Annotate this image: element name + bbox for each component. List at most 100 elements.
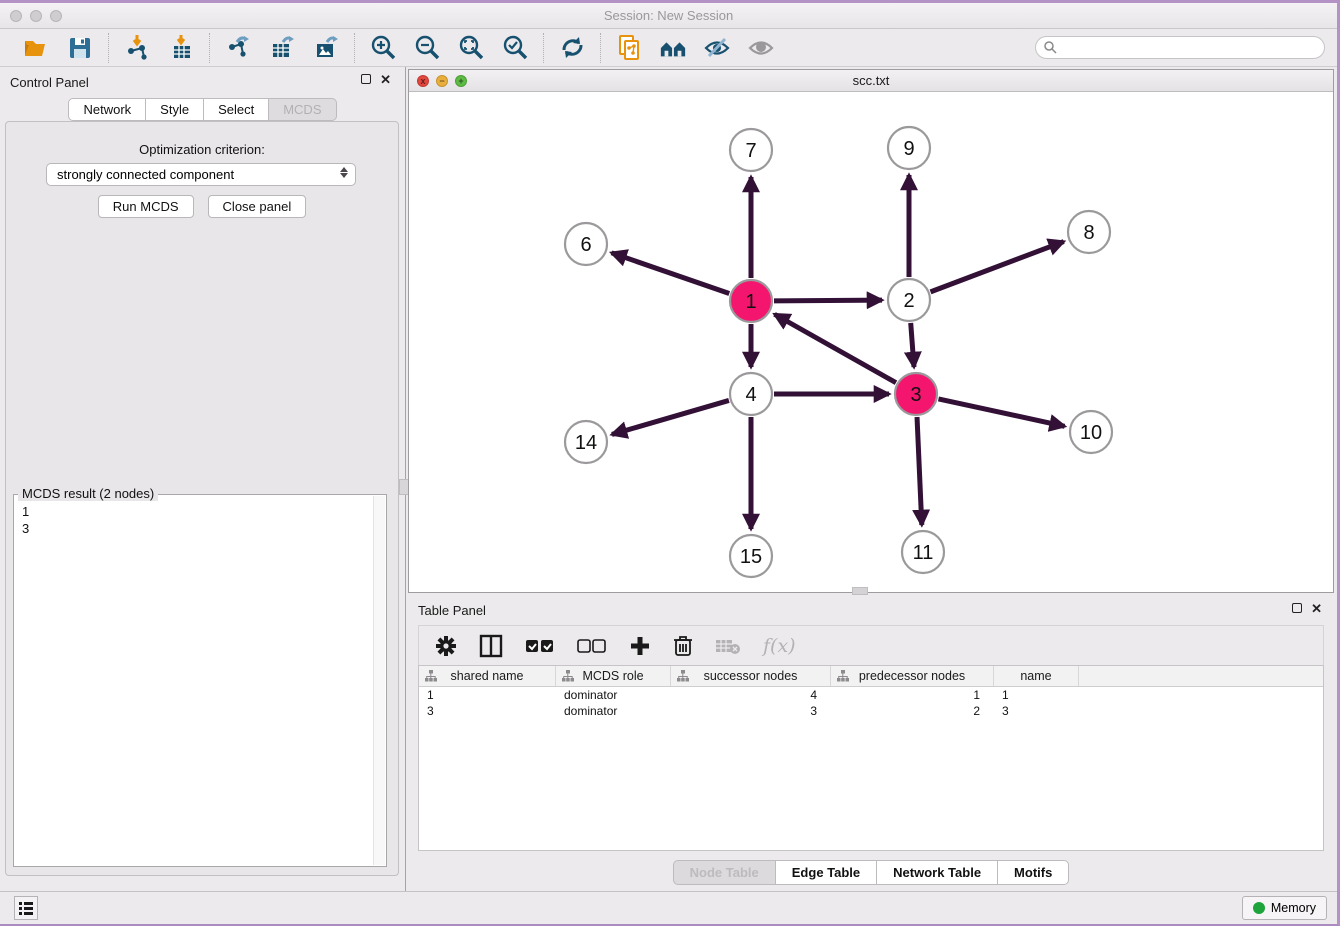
table-close-icon[interactable]: ✕	[1311, 603, 1322, 615]
node-table[interactable]: shared nameMCDS rolesuccessor nodesprede…	[418, 665, 1324, 851]
tab-network[interactable]: Network	[68, 98, 146, 121]
zoom-in-icon[interactable]	[369, 34, 397, 62]
tab-style[interactable]: Style	[146, 98, 204, 121]
table-cell[interactable]: 1	[831, 687, 994, 703]
fit-content-icon[interactable]	[457, 34, 485, 62]
graph-edge-1-6[interactable]	[612, 253, 730, 294]
column-header-MCDS-role[interactable]: MCDS role	[556, 666, 671, 686]
svg-text:4: 4	[745, 384, 756, 406]
graph-edge-3-1[interactable]	[775, 314, 896, 382]
table-cell[interactable]: 2	[831, 703, 994, 719]
network-canvas[interactable]: 7 9 6 8 1 2 4 3 14 10 15 11	[409, 92, 1333, 592]
delete-table-icon[interactable]	[715, 637, 741, 655]
deselect-all-icon[interactable]	[577, 638, 607, 654]
memory-status-dot	[1253, 902, 1265, 914]
graph-edge-2-8[interactable]	[931, 242, 1064, 292]
table-cell[interactable]: 1	[994, 687, 1079, 703]
graph-node-11[interactable]: 11	[902, 531, 944, 573]
table-panel-title: Table Panel	[418, 603, 486, 618]
graph-edge-4-14[interactable]	[612, 400, 729, 434]
table-cell[interactable]: 3	[419, 703, 556, 719]
graph-node-3[interactable]: 3	[895, 373, 937, 415]
graph-node-15[interactable]: 15	[730, 535, 772, 577]
settings-gear-icon[interactable]	[435, 635, 457, 657]
graph-node-8[interactable]: 8	[1068, 211, 1110, 253]
table-cell[interactable]: 4	[671, 687, 831, 703]
graph-node-1[interactable]: 1	[730, 280, 772, 322]
search-input[interactable]	[1035, 36, 1325, 59]
optimization-criterion-label: Optimization criterion:	[6, 142, 398, 157]
table-row[interactable]: 3dominator323	[419, 703, 1323, 719]
close-panel-icon[interactable]: ✕	[380, 74, 391, 86]
svg-text:6: 6	[580, 234, 591, 256]
float-panel-icon[interactable]	[361, 74, 371, 84]
optimization-criterion-value: strongly connected component	[57, 167, 234, 182]
svg-text:9: 9	[903, 138, 914, 160]
application-window: Session: New Session	[0, 0, 1340, 926]
export-image-icon[interactable]	[312, 34, 340, 62]
svg-text:7: 7	[745, 140, 756, 162]
tab-node-table[interactable]: Node Table	[673, 860, 776, 885]
table-cell[interactable]: 3	[671, 703, 831, 719]
zoom-selected-icon[interactable]	[501, 34, 529, 62]
session-title: Session: New Session	[0, 8, 1337, 23]
column-header-predecessor-nodes[interactable]: predecessor nodes	[831, 666, 994, 686]
add-column-icon[interactable]	[629, 635, 651, 657]
result-scrollbar[interactable]	[373, 496, 385, 865]
table-cell[interactable]: 1	[419, 687, 556, 703]
control-panel-title: Control Panel	[10, 75, 89, 90]
select-stepper-icon	[340, 167, 348, 178]
delete-column-icon[interactable]	[673, 634, 693, 657]
optimization-criterion-select[interactable]: strongly connected component	[46, 163, 356, 186]
select-all-icon[interactable]	[525, 638, 555, 654]
main-toolbar	[0, 29, 1337, 67]
close-panel-button[interactable]: Close panel	[208, 195, 307, 218]
first-neighbors-icon[interactable]	[659, 34, 687, 62]
graph-node-10[interactable]: 10	[1070, 411, 1112, 453]
table-row[interactable]: 1dominator411	[419, 687, 1323, 703]
network-window: x − + scc.txt 7968124314101511	[408, 69, 1334, 593]
column-header-successor-nodes[interactable]: successor nodes	[671, 666, 831, 686]
table-float-icon[interactable]	[1292, 603, 1302, 613]
horizontal-splitter-handle[interactable]	[852, 587, 868, 595]
column-header-name[interactable]: name	[994, 666, 1079, 686]
graph-node-7[interactable]: 7	[730, 129, 772, 171]
table-cell[interactable]: dominator	[556, 687, 671, 703]
memory-button[interactable]: Memory	[1242, 896, 1327, 920]
task-history-button[interactable]	[14, 896, 38, 920]
tab-mcds[interactable]: MCDS	[269, 98, 336, 121]
graph-node-9[interactable]: 9	[888, 127, 930, 169]
graph-node-14[interactable]: 14	[565, 421, 607, 463]
svg-text:1: 1	[745, 291, 756, 313]
function-builder-icon[interactable]: f(x)	[763, 635, 796, 657]
import-network-icon[interactable]	[123, 34, 151, 62]
graph-edge-3-11[interactable]	[917, 417, 922, 525]
apply-layout-icon[interactable]	[558, 34, 586, 62]
open-session-icon[interactable]	[22, 34, 50, 62]
graph-edge-1-2[interactable]	[774, 300, 882, 301]
save-session-icon[interactable]	[66, 34, 94, 62]
graph-node-2[interactable]: 2	[888, 279, 930, 321]
tab-network-table[interactable]: Network Table	[877, 860, 998, 885]
show-all-icon[interactable]	[747, 34, 775, 62]
svg-text:15: 15	[740, 546, 762, 568]
duplicate-network-icon[interactable]	[615, 34, 643, 62]
tab-motifs[interactable]: Motifs	[998, 860, 1069, 885]
run-mcds-button[interactable]: Run MCDS	[98, 195, 194, 218]
import-table-icon[interactable]	[167, 34, 195, 62]
hide-selected-icon[interactable]	[703, 34, 731, 62]
column-layout-icon[interactable]	[479, 634, 503, 658]
graph-node-6[interactable]: 6	[565, 223, 607, 265]
column-header-shared-name[interactable]: shared name	[419, 666, 556, 686]
graph-edge-3-10[interactable]	[938, 399, 1064, 426]
zoom-out-icon[interactable]	[413, 34, 441, 62]
table-cell[interactable]: 3	[994, 703, 1079, 719]
mcds-panel: Optimization criterion: strongly connect…	[5, 121, 399, 876]
graph-node-4[interactable]: 4	[730, 373, 772, 415]
table-cell[interactable]: dominator	[556, 703, 671, 719]
tab-select[interactable]: Select	[204, 98, 269, 121]
graph-edge-2-3[interactable]	[911, 323, 914, 367]
export-network-icon[interactable]	[224, 34, 252, 62]
tab-edge-table[interactable]: Edge Table	[776, 860, 877, 885]
export-table-icon[interactable]	[268, 34, 296, 62]
